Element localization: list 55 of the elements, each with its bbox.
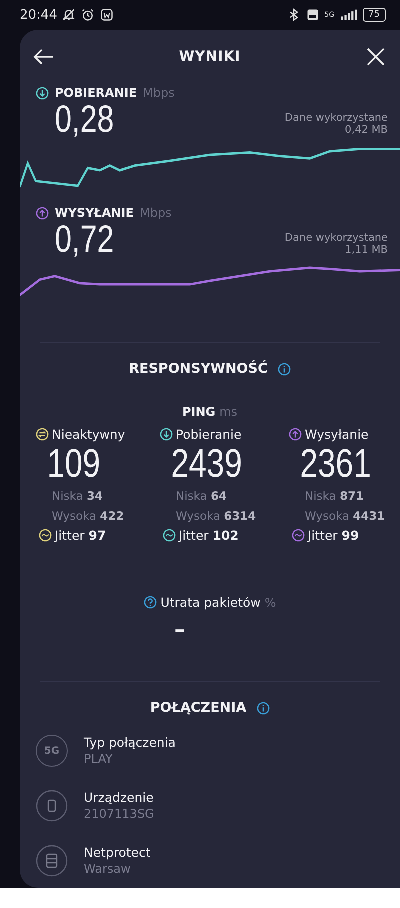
network-type-icon: 5G [36, 735, 68, 767]
jitter-text: Jitter 97 [55, 528, 106, 543]
connection-value: Warsaw [84, 861, 132, 878]
high-ping-text: Wysoka 6314 [175, 508, 258, 525]
ping-value: 2439 [170, 442, 244, 486]
info-icon[interactable] [278, 362, 291, 376]
bell-off-icon [62, 8, 76, 22]
phone-icon [36, 790, 68, 822]
speed-value: 0,72 [55, 220, 114, 260]
battery-indicator: 75 [362, 8, 386, 22]
speed-value: 0,28 [55, 100, 114, 140]
high-ping-text: Wysoka 422 [51, 508, 126, 525]
ping-label: PING [182, 405, 216, 419]
section-title: RESPONSYWNOŚĆ [129, 361, 268, 377]
packet-loss-value: – [174, 618, 186, 643]
data-used-label: Dane wykorzystane [284, 112, 388, 124]
low-ping-text: Niska 871 [304, 488, 365, 505]
packet-loss-label: Utrata pakietów [160, 595, 261, 610]
jitter-icon [292, 529, 305, 542]
low-ping-text: Niska 34 [51, 488, 104, 505]
signal-icon [340, 9, 358, 21]
data-used-value: 0,42 MB [345, 124, 388, 136]
ping-type-label: Pobieranie [176, 427, 242, 442]
ping-value: 109 [46, 442, 102, 486]
connection-title: Netprotect [84, 844, 151, 861]
server-icon [36, 845, 68, 877]
screen-title: WYNIKI [179, 49, 241, 65]
speed-label: WYSYŁANIE [55, 206, 134, 220]
jitter-text: Jitter 102 [179, 528, 239, 543]
jitter-text: Jitter 99 [308, 528, 360, 543]
high-ping-text: Wysoka 4431 [304, 508, 386, 525]
low-ping-text: Niska 64 [175, 488, 228, 505]
connection-title: Urządzenie [84, 789, 154, 806]
ping-type-label: Wysyłanie [305, 427, 369, 442]
jitter-icon [163, 529, 176, 542]
section-title: POŁĄCZENIA [150, 700, 247, 716]
app-icon [100, 8, 114, 22]
speed-label: POBIERANIE [55, 86, 138, 100]
data-used-label: Dane wykorzystane [284, 232, 388, 244]
unit-label: % [264, 596, 276, 610]
alarm-icon [81, 8, 96, 22]
unit-label: Mbps [140, 206, 172, 220]
data-used-value: 1,11 MB [345, 244, 388, 256]
connection-value: 2107113SG [84, 806, 154, 823]
unit-label: ms [220, 405, 238, 419]
connection-value: PLAY [84, 751, 114, 768]
ping-type-label: Nieaktywny [52, 427, 126, 442]
help-icon[interactable] [144, 596, 157, 609]
ping-value: 2361 [299, 442, 372, 486]
unit-label: Mbps [143, 86, 175, 100]
info-icon[interactable] [256, 702, 270, 714]
status-time: 20:44 [20, 8, 58, 22]
connection-title: Typ połączenia [84, 734, 176, 751]
volte-icon [306, 8, 320, 22]
jitter-icon [39, 529, 52, 542]
